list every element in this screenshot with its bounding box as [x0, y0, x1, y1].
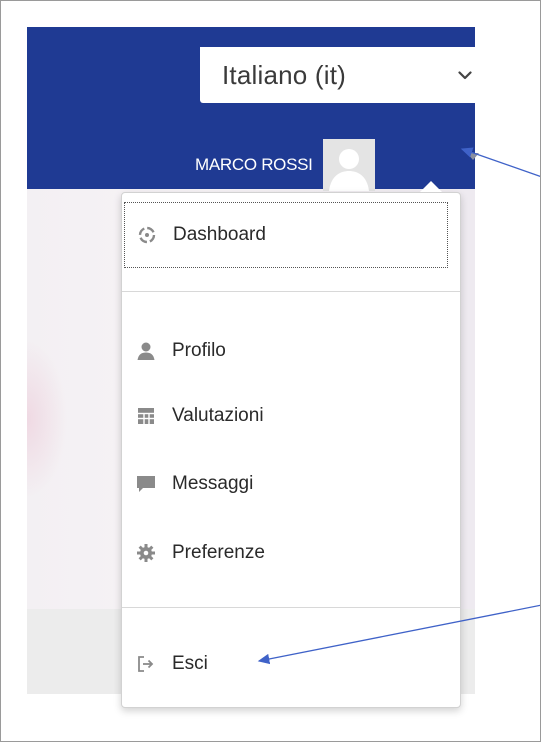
menu-item-valutazioni[interactable]: Valutazioni	[136, 396, 264, 436]
menu-item-esci[interactable]: Esci	[136, 644, 208, 684]
menu-item-label: Dashboard	[173, 224, 266, 245]
user-icon	[136, 341, 156, 361]
avatar	[322, 139, 375, 191]
dropdown-pointer	[420, 181, 442, 192]
caret-down-icon[interactable]	[467, 153, 479, 160]
user-menu-toggle[interactable]: MARCO ROSSI	[195, 137, 375, 193]
menu-item-dashboard[interactable]: Dashboard	[124, 202, 448, 268]
menu-item-label: Esci	[172, 653, 208, 674]
language-select-value: Italiano (it)	[222, 59, 346, 90]
screenshot-frame: Italiano (it) MARCO ROSSI Dashboard Prof…	[0, 0, 541, 742]
menu-divider	[122, 607, 460, 608]
dashboard-icon	[137, 225, 157, 245]
message-icon	[136, 474, 156, 494]
user-name: MARCO ROSSI	[195, 155, 313, 174]
menu-item-profilo[interactable]: Profilo	[136, 331, 226, 371]
menu-item-label: Messaggi	[172, 473, 254, 494]
menu-item-preferenze[interactable]: Preferenze	[136, 533, 265, 573]
background-decoration	[27, 339, 67, 499]
chevron-down-icon	[457, 67, 473, 83]
menu-item-label: Profilo	[172, 340, 226, 361]
menu-item-label: Valutazioni	[172, 405, 264, 426]
language-select[interactable]: Italiano (it)	[200, 47, 489, 103]
menu-divider	[122, 291, 460, 292]
avatar-placeholder-icon	[322, 139, 375, 191]
menu-item-label: Preferenze	[172, 542, 265, 563]
user-dropdown-menu: Dashboard Profilo Valutazioni Messaggi P…	[121, 192, 461, 708]
grades-table-icon	[136, 406, 156, 426]
gear-icon	[136, 543, 156, 563]
menu-item-messaggi[interactable]: Messaggi	[136, 464, 253, 504]
logout-icon	[136, 654, 156, 674]
top-navbar: Italiano (it) MARCO ROSSI	[27, 27, 489, 191]
